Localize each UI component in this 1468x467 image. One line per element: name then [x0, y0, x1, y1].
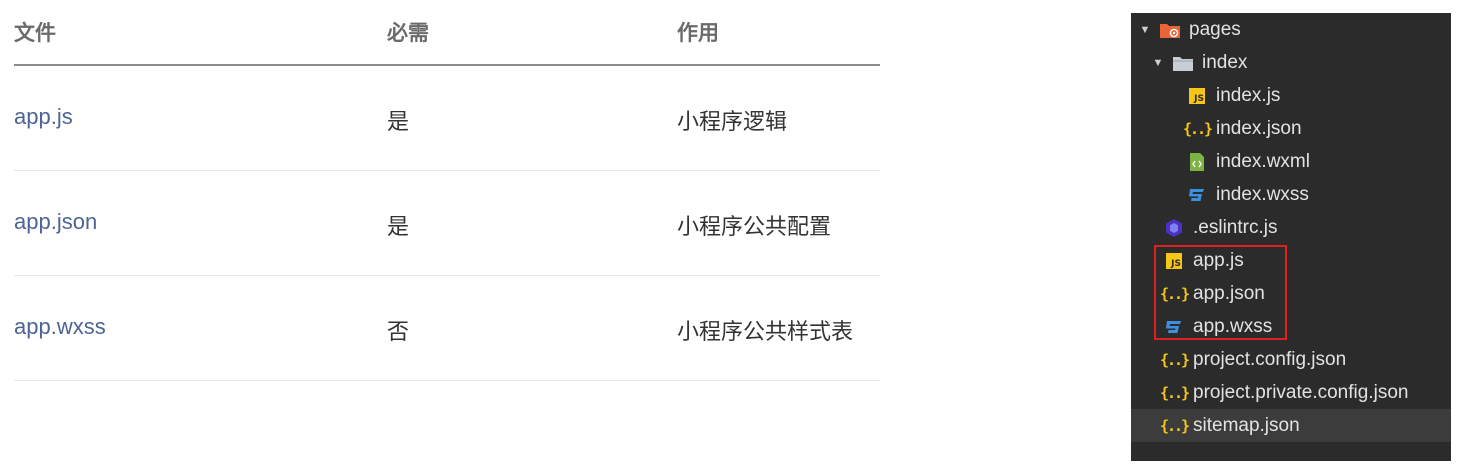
- tree-item-label: index.js: [1216, 84, 1281, 106]
- tree-item-label: index.wxml: [1216, 150, 1310, 172]
- js-file-icon: JS: [1163, 250, 1185, 272]
- file-link[interactable]: app.wxss: [14, 314, 106, 340]
- wxss-file-icon: [1163, 316, 1185, 338]
- table-row: app.json 是 小程序公共配置: [14, 171, 880, 276]
- tree-item-index-wxss[interactable]: index.wxss: [1131, 178, 1451, 211]
- file-explorer-tree: ▼ pages ▼ index JS index.js {..} index.j…: [1131, 13, 1451, 461]
- required-value: 否: [387, 319, 410, 344]
- tree-item-label: app.wxss: [1193, 315, 1273, 337]
- tree-item-label: app.json: [1193, 282, 1265, 304]
- tree-item-index-wxml[interactable]: index.wxml: [1131, 145, 1451, 178]
- tree-item-label: index: [1202, 51, 1248, 73]
- tree-item-label: pages: [1189, 18, 1241, 40]
- json-file-icon: {..}: [1159, 284, 1190, 303]
- tree-item-index-folder[interactable]: ▼ index: [1131, 46, 1451, 79]
- tree-item-project-config[interactable]: {..} project.config.json: [1131, 343, 1451, 376]
- tree-item-sitemap[interactable]: {..} sitemap.json: [1131, 409, 1451, 442]
- tree-item-pages[interactable]: ▼ pages: [1131, 13, 1451, 46]
- wxss-file-icon: [1186, 184, 1208, 206]
- chevron-down-icon[interactable]: ▼: [1152, 57, 1164, 69]
- json-file-icon: {..}: [1159, 350, 1190, 369]
- file-description-table: 文件 必需 作用 app.js 是 小程序逻辑 app.json 是 小程序公共…: [14, 0, 880, 381]
- purpose-value: 小程序逻辑: [677, 109, 788, 134]
- purpose-value: 小程序公共样式表: [677, 319, 854, 344]
- tree-item-index-js[interactable]: JS index.js: [1131, 79, 1451, 112]
- tree-item-label: project.config.json: [1193, 348, 1347, 370]
- file-link[interactable]: app.js: [14, 104, 73, 130]
- tree-item-label: .eslintrc.js: [1193, 216, 1278, 238]
- tree-item-label: sitemap.json: [1193, 414, 1300, 436]
- file-link[interactable]: app.json: [14, 209, 97, 235]
- tree-item-app-js[interactable]: JS app.js: [1131, 244, 1451, 277]
- pages-folder-icon: [1159, 19, 1181, 41]
- tree-item-project-private-config[interactable]: {..} project.private.config.json: [1131, 376, 1451, 409]
- tree-item-eslintrc[interactable]: .eslintrc.js: [1131, 211, 1451, 244]
- js-file-icon: JS: [1186, 85, 1208, 107]
- required-value: 是: [387, 109, 410, 134]
- wxml-file-icon: [1186, 151, 1208, 173]
- table-row: app.js 是 小程序逻辑: [14, 66, 880, 171]
- header-required: 必需: [387, 22, 429, 45]
- tree-item-label: app.js: [1193, 249, 1244, 271]
- tree-item-app-wxss[interactable]: app.wxss: [1131, 310, 1451, 343]
- tree-item-label: index.json: [1216, 117, 1302, 139]
- purpose-value: 小程序公共配置: [677, 214, 832, 239]
- tree-item-index-json[interactable]: {..} index.json: [1131, 112, 1451, 145]
- required-value: 是: [387, 214, 410, 239]
- json-file-icon: {..}: [1182, 119, 1213, 138]
- folder-icon: [1172, 52, 1194, 74]
- tree-item-label: index.wxss: [1216, 183, 1309, 205]
- header-file: 文件: [14, 22, 56, 45]
- chevron-down-icon[interactable]: ▼: [1139, 24, 1151, 36]
- table-row: app.wxss 否 小程序公共样式表: [14, 276, 880, 381]
- header-purpose: 作用: [677, 22, 719, 45]
- json-file-icon: {..}: [1159, 383, 1190, 402]
- page: 文件 必需 作用 app.js 是 小程序逻辑 app.json 是 小程序公共…: [0, 0, 1468, 467]
- tree-item-label: project.private.config.json: [1193, 381, 1409, 403]
- json-file-icon: {..}: [1159, 416, 1190, 435]
- tree-item-app-json[interactable]: {..} app.json: [1131, 277, 1451, 310]
- table-header: 文件 必需 作用: [14, 0, 880, 66]
- eslint-file-icon: [1163, 217, 1185, 239]
